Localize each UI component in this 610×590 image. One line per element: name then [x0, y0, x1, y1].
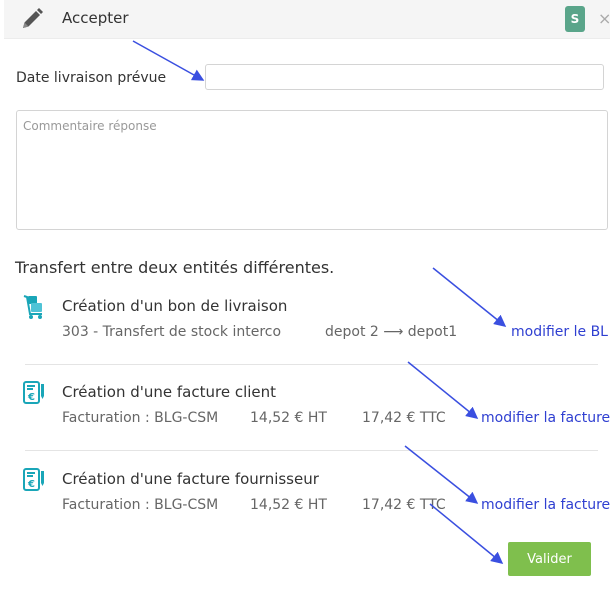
comment-textarea[interactable]: [16, 110, 608, 230]
dialog-title: Accepter: [62, 9, 129, 27]
svg-text:€: €: [27, 479, 35, 490]
item-title-delivery: Création d'un bon de livraison: [62, 297, 288, 315]
date-label: Date livraison prévue: [16, 70, 167, 86]
section-title: Transfert entre deux entités différentes…: [15, 258, 335, 277]
dialog-header: Accepter S ×: [4, 0, 610, 39]
divider: [25, 364, 598, 365]
svg-text:€: €: [27, 392, 35, 403]
user-badge[interactable]: S: [565, 6, 585, 32]
item-detail-amount-ttc: 17,42 € TTC: [362, 497, 446, 513]
annotation-arrow: [432, 267, 507, 327]
item-title-supplier-invoice: Création d'une facture fournisseur: [62, 470, 319, 488]
euro-invoice-icon: €: [23, 381, 44, 404]
submit-button[interactable]: Valider: [508, 542, 591, 576]
item-detail-movement: 303 - Transfert de stock interco: [62, 324, 282, 340]
modify-bl-link[interactable]: modifier le BL: [511, 324, 608, 340]
item-detail-depots: depot 2 ⟶ depot1: [325, 324, 458, 340]
annotation-arrow: [404, 445, 479, 504]
modify-client-invoice-link[interactable]: modifier la facture: [481, 410, 610, 426]
item-title-client-invoice: Création d'une facture client: [62, 383, 277, 401]
modify-supplier-invoice-link[interactable]: modifier la facture: [481, 497, 610, 513]
euro-invoice-icon: €: [23, 468, 44, 491]
item-detail-amount-ttc: 17,42 € TTC: [362, 410, 446, 426]
delivery-trolley-icon: [23, 295, 42, 319]
divider: [25, 450, 598, 451]
item-detail-amount-ht: 14,52 € HT: [250, 497, 327, 513]
item-detail-billing: Facturation : BLG-CSM: [62, 497, 219, 513]
item-detail-amount-ht: 14,52 € HT: [250, 410, 327, 426]
item-detail-billing: Facturation : BLG-CSM: [62, 410, 219, 426]
pencil-icon: [23, 8, 43, 28]
close-icon[interactable]: ×: [598, 10, 610, 28]
date-input[interactable]: [205, 64, 604, 90]
